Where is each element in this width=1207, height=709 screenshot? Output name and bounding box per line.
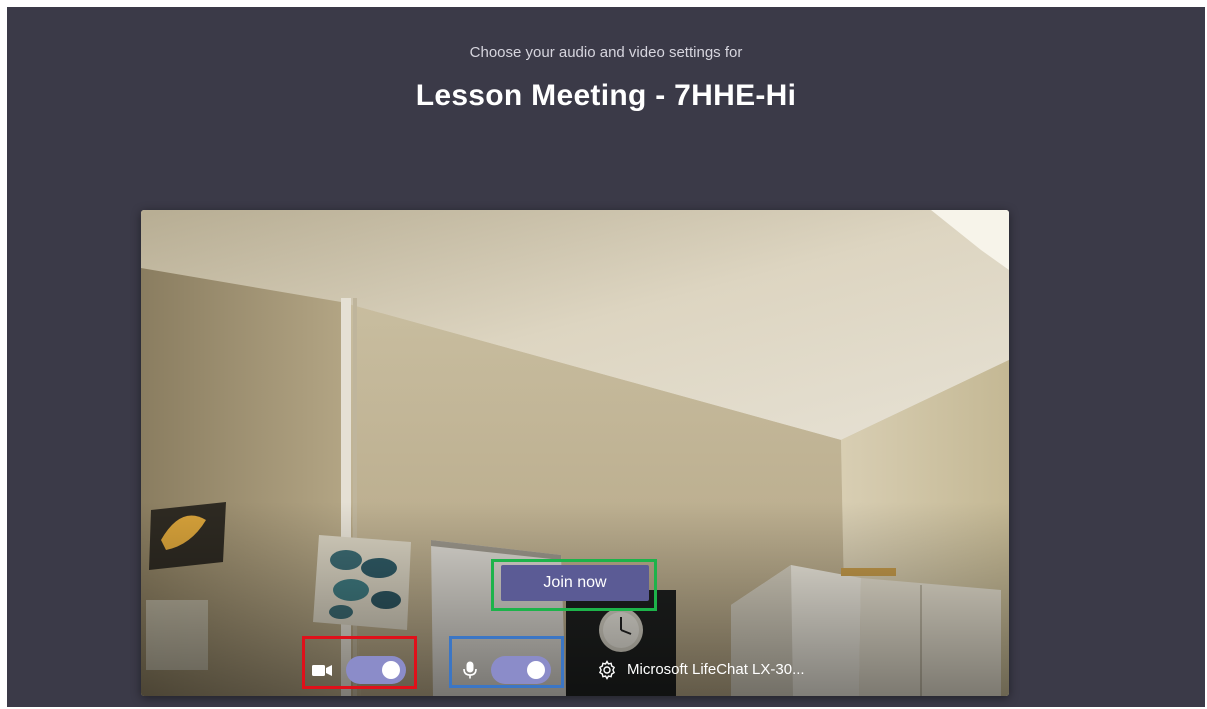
video-preview: Join now Microsoft LifeChat LX-30... xyxy=(141,210,1009,696)
pre-join-screen: Choose your audio and video settings for… xyxy=(7,7,1205,707)
microphone-icon xyxy=(463,661,477,679)
microphone-toggle[interactable] xyxy=(491,656,551,684)
device-controls-bar: Microsoft LifeChat LX-30... xyxy=(141,650,1009,688)
join-now-button[interactable]: Join now xyxy=(501,565,649,601)
page-subtitle: Choose your audio and video settings for xyxy=(469,44,743,61)
audio-device-label[interactable]: Microsoft LifeChat LX-30... xyxy=(627,661,805,678)
video-camera-icon xyxy=(312,665,332,676)
gear-icon[interactable] xyxy=(597,660,617,680)
camera-toggle-knob xyxy=(382,661,400,679)
camera-toggle[interactable] xyxy=(346,656,406,684)
microphone-toggle-knob xyxy=(527,661,545,679)
meeting-title: Lesson Meeting - 7HHE-Hi xyxy=(415,79,797,112)
camera-feed-image xyxy=(141,210,1009,696)
